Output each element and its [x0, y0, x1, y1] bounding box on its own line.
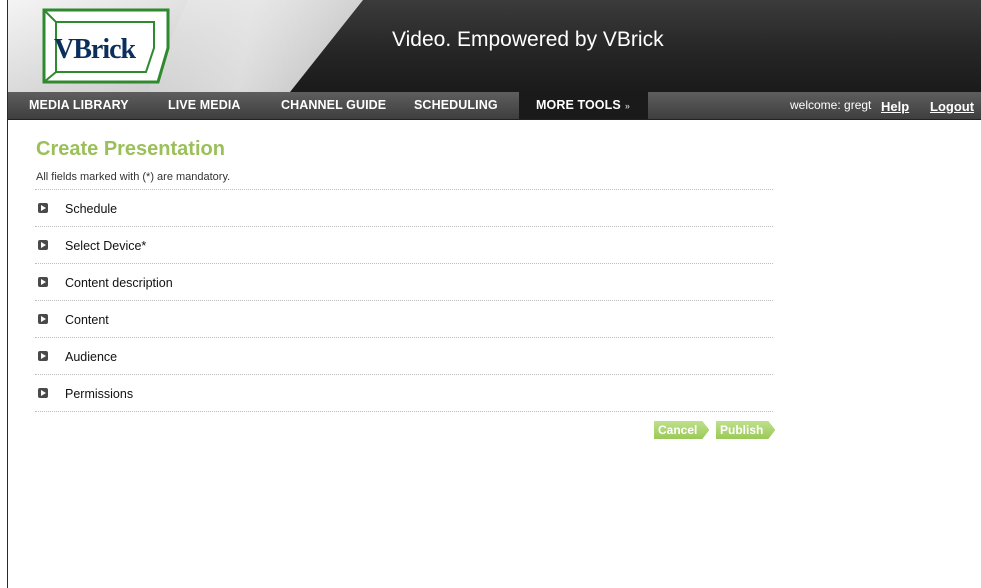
section-list: Schedule Select Device* Content descript… [35, 189, 773, 412]
nav-media-library[interactable]: MEDIA LIBRARY [29, 92, 129, 119]
section-audience[interactable]: Audience [35, 337, 773, 374]
main-nav: MEDIA LIBRARY LIVE MEDIA CHANNEL GUIDE S… [8, 92, 981, 120]
section-schedule[interactable]: Schedule [35, 189, 773, 226]
section-label[interactable]: Select Device* [65, 239, 146, 253]
nav-scheduling-label: SCHEDULING [414, 98, 498, 112]
section-permissions[interactable]: Permissions [35, 374, 773, 412]
help-link[interactable]: Help [881, 92, 909, 119]
nav-more-tools[interactable]: MORE TOOLS» [519, 92, 648, 119]
nav-channel-guide-label: CHANNEL GUIDE [281, 98, 387, 112]
section-content[interactable]: Content [35, 300, 773, 337]
section-content-description[interactable]: Content description [35, 263, 773, 300]
mandatory-note: All fields marked with (*) are mandatory… [36, 171, 231, 183]
section-label[interactable]: Permissions [65, 387, 133, 401]
expand-arrow-icon[interactable] [38, 314, 48, 324]
nav-scheduling[interactable]: SCHEDULING [414, 92, 498, 119]
publish-button[interactable]: Publish [716, 421, 775, 439]
nav-live-media[interactable]: LIVE MEDIA [168, 92, 241, 119]
section-label[interactable]: Schedule [65, 202, 117, 216]
nav-channel-guide[interactable]: CHANNEL GUIDE [281, 92, 386, 119]
double-chevron-down-icon: » [624, 101, 630, 111]
expand-arrow-icon[interactable] [38, 240, 48, 250]
logout-link[interactable]: Logout [930, 92, 974, 119]
welcome-text: welcome: gregt [790, 98, 872, 112]
logo-text: VBrick [54, 34, 136, 65]
expand-arrow-icon[interactable] [38, 351, 48, 361]
section-select-device[interactable]: Select Device* [35, 226, 773, 263]
header-banner: VBrick Video. Empowered by VBrick [8, 0, 981, 92]
expand-arrow-icon[interactable] [38, 388, 48, 398]
expand-arrow-icon[interactable] [38, 203, 48, 213]
cancel-button[interactable]: Cancel [654, 421, 709, 439]
section-label[interactable]: Content description [65, 276, 173, 290]
banner-sheen [148, 0, 363, 92]
nav-more-tools-label: MORE TOOLS [536, 98, 621, 112]
section-label[interactable]: Content [65, 313, 109, 327]
page-title: Create Presentation [36, 138, 225, 160]
nav-live-media-label: LIVE MEDIA [168, 98, 241, 112]
nav-media-library-label: MEDIA LIBRARY [29, 98, 129, 112]
app-frame: VBrick Video. Empowered by VBrick MEDIA … [7, 0, 981, 588]
expand-arrow-icon[interactable] [38, 277, 48, 287]
section-label[interactable]: Audience [65, 350, 117, 364]
tagline: Video. Empowered by VBrick [392, 28, 664, 51]
